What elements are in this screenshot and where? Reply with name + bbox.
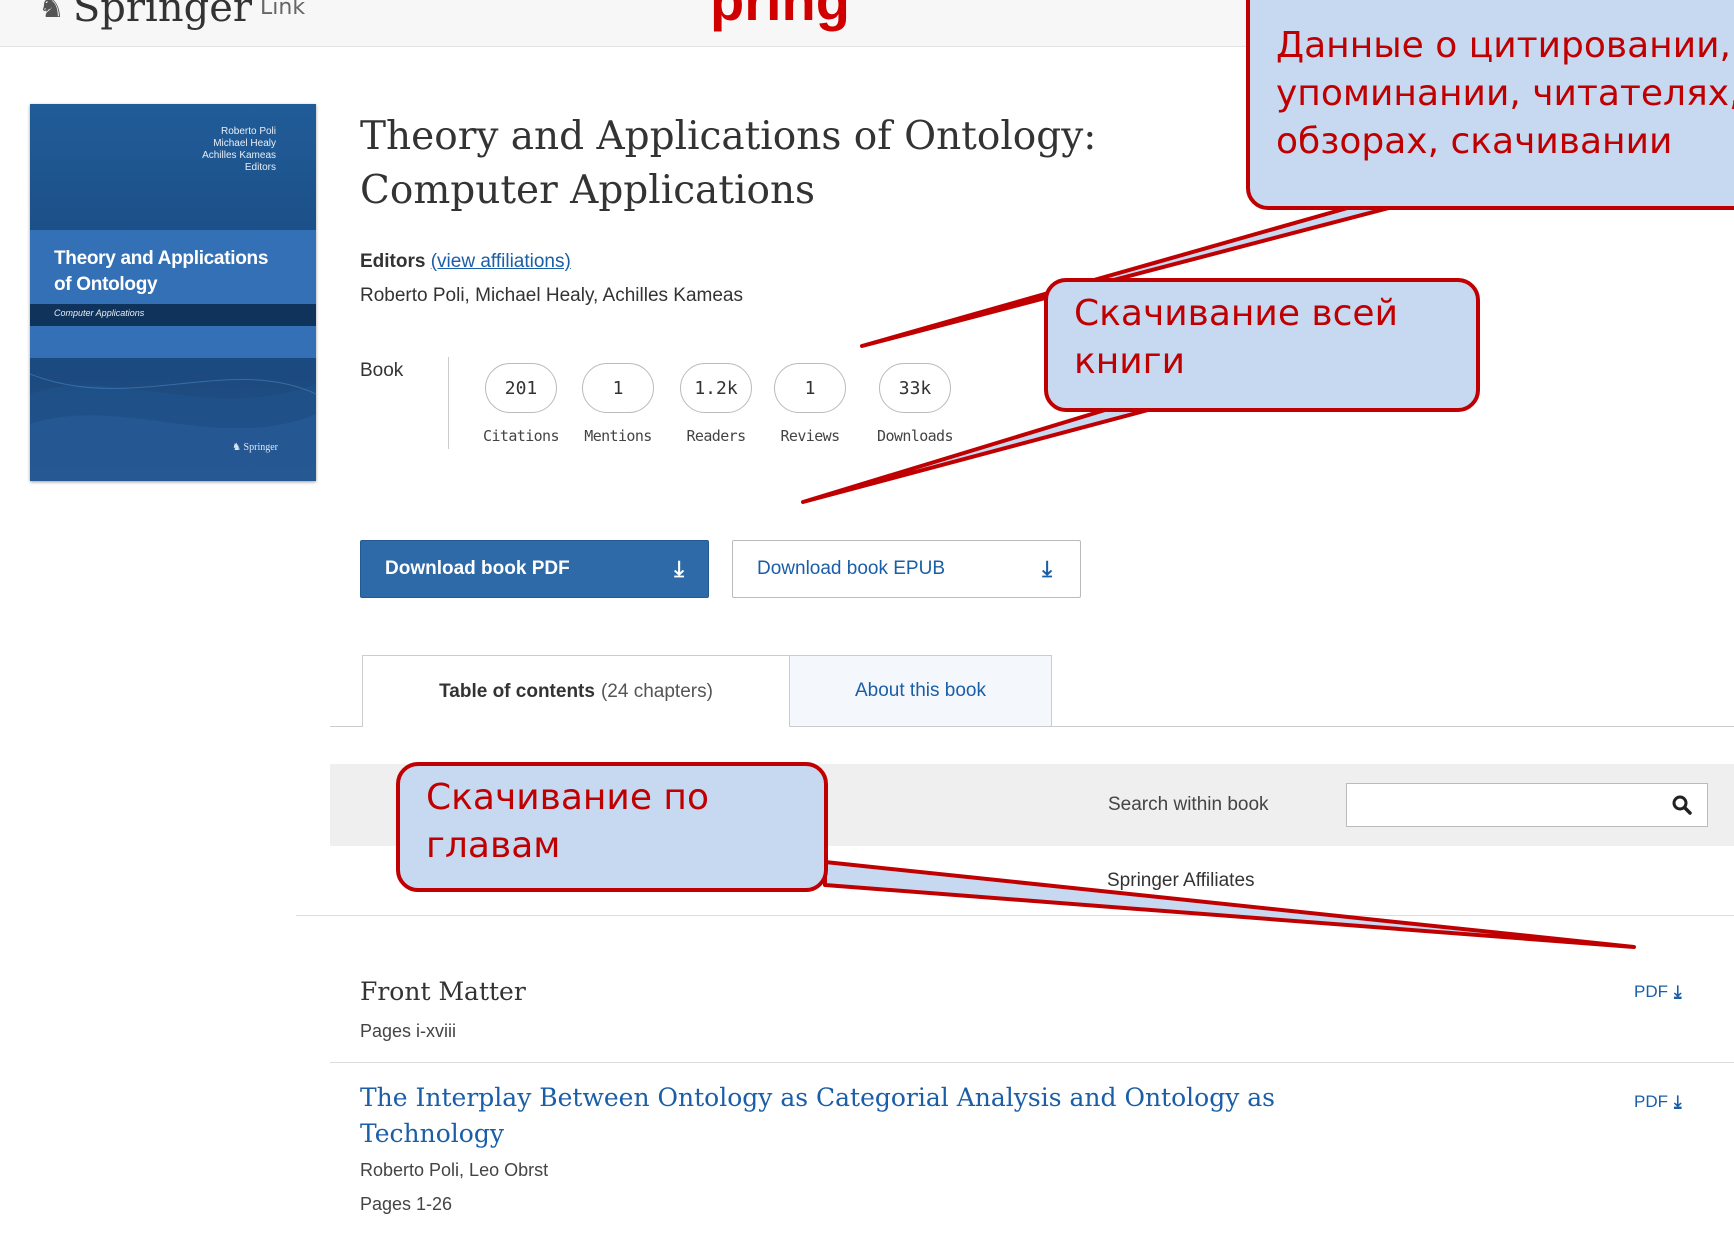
chapter-pdf-link[interactable]: PDF ⤓ (1634, 1092, 1682, 1112)
chapter-authors: Roberto Poli, Leo Obrst (360, 1160, 549, 1180)
tab-toc-count: (24 chapters) (600, 680, 713, 702)
view-affiliations-link[interactable]: (view affiliations) (431, 251, 571, 272)
springer-link-logo[interactable]: ♞ Springer Link (38, 0, 305, 28)
search-icon[interactable] (1670, 793, 1694, 817)
chapter-pages: Pages i-xviii (360, 1021, 457, 1041)
tab-table-of-contents[interactable]: Table of contents (24 chapters) (362, 655, 790, 727)
metric-reviews-label: Reviews (780, 427, 840, 445)
chapter-title-line-1: The Interplay Between Ontology as Catego… (360, 1083, 1276, 1112)
chapter-divider (330, 1062, 1734, 1063)
callout-chapters-line-1: Скачивание по (426, 777, 709, 818)
download-pdf-label: Download book PDF (385, 558, 570, 579)
metric-mentions[interactable]: 1 Mentions (570, 363, 666, 445)
download-book-pdf-button[interactable]: Download book PDF ⤓ (360, 540, 709, 598)
cover-editors-label: Editors (244, 162, 276, 173)
download-arrow-icon: ⤓ (1042, 556, 1052, 581)
cover-subtitle: Computer Applications (54, 308, 145, 318)
metric-downloads-label: Downloads (877, 427, 953, 445)
chapter-title-line-2: Technology (360, 1119, 504, 1148)
cover-title-line-1: Theory and Applications (54, 248, 269, 269)
tab-about-this-book[interactable]: About this book (790, 655, 1052, 726)
callout-chapters-annotation: Скачивание по главам (396, 762, 828, 892)
cover-editors: Roberto Poli Michael Healy Achilles Kame… (202, 126, 276, 174)
metric-citations[interactable]: 201 Citations (473, 363, 569, 445)
callout-metrics-line-3: обзорах, скачивании (1276, 121, 1673, 162)
cover-title-line-2: of Ontology (54, 274, 158, 295)
metric-downloads[interactable]: 33k Downloads (867, 363, 963, 445)
metric-citations-label: Citations (483, 427, 559, 445)
cover-wave-decoration (30, 373, 316, 481)
chapter-pdf-link[interactable]: PDF ⤓ (1634, 982, 1682, 1002)
pdf-label: PDF (1634, 982, 1668, 1001)
tab-toc-label: Table of contents (439, 680, 595, 702)
download-arrow-icon: ⤓ (674, 556, 684, 581)
cover-publisher: ♞ Springer (232, 442, 278, 453)
metric-readers-label: Readers (686, 427, 746, 445)
metric-reviews[interactable]: 1 Reviews (762, 363, 858, 445)
pdf-label: PDF (1634, 1092, 1668, 1111)
download-arrow-icon: ⤓ (1674, 1092, 1682, 1111)
metrics-divider (448, 357, 449, 449)
springer-horse-icon: ♞ (38, 0, 65, 25)
metric-mentions-label: Mentions (584, 427, 652, 445)
download-book-epub-button[interactable]: Download book EPUB ⤓ (732, 540, 1081, 598)
search-within-book-input[interactable] (1346, 783, 1708, 827)
book-type-label: Book (360, 360, 404, 381)
editors-line: Editors (view affiliations) (360, 251, 571, 273)
access-notice-fragment: this content (830, 870, 928, 891)
chapter-title-front-matter[interactable]: Front Matter (360, 974, 526, 1010)
editors-names: Roberto Poli, Michael Healy, Achilles Ka… (360, 285, 743, 306)
cover-title: Theory and Applications of Ontology (54, 246, 268, 298)
callout-metrics-annotation: Данные о цитировании, упоминании, читате… (1246, 0, 1734, 210)
callout-metrics-line-1: Данные о цитировании, (1276, 25, 1731, 66)
callout-whole-line-2: книги (1074, 341, 1185, 382)
metric-citations-value[interactable]: 201 (485, 363, 557, 413)
metric-downloads-value[interactable]: 33k (879, 363, 951, 413)
cover-editor-1: Roberto Poli (220, 126, 276, 137)
metric-readers[interactable]: 1.2k Readers (668, 363, 764, 445)
access-affiliates-fragment: Springer Affiliates (1107, 870, 1255, 891)
search-within-book-label: Search within book (1108, 794, 1269, 815)
slide-title-fragment: pring (710, 0, 850, 32)
metric-readers-value[interactable]: 1.2k (680, 363, 752, 413)
metric-mentions-value[interactable]: 1 (582, 363, 654, 413)
callout-whole-line-1: Скачивание всей (1074, 293, 1398, 334)
callout-whole-book-annotation: Скачивание всей книги (1044, 278, 1480, 412)
metric-reviews-value[interactable]: 1 (774, 363, 846, 413)
cover-editor-2: Michael Healy (213, 138, 276, 149)
callout-metrics-line-2: упоминании, читателях, (1276, 73, 1734, 114)
book-title: Theory and Applications of Ontology: Com… (360, 114, 1097, 213)
book-cover: Roberto Poli Michael Healy Achilles Kame… (30, 104, 316, 481)
callout-chapters-line-2: главам (426, 825, 561, 866)
editors-label: Editors (360, 251, 426, 272)
logo-suffix: Link (260, 0, 306, 20)
logo-wordmark: Springer (72, 0, 252, 31)
download-arrow-icon: ⤓ (1674, 982, 1682, 1001)
download-epub-label: Download book EPUB (757, 558, 945, 579)
chapter-pages: Pages 1-26 (360, 1194, 453, 1214)
chapter-title-interplay[interactable]: The Interplay Between Ontology as Catego… (360, 1080, 1275, 1152)
cover-editor-3: Achilles Kameas (202, 150, 276, 161)
